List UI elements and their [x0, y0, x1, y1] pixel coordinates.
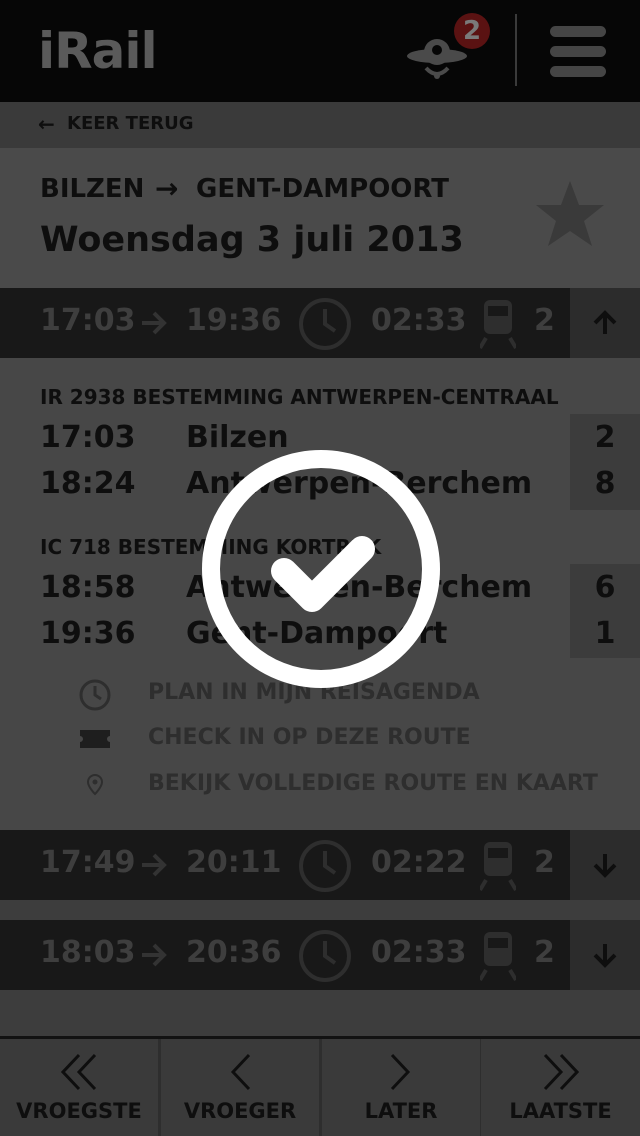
ticket-icon [80, 730, 110, 748]
trip-arrive: 20:36 [186, 935, 282, 970]
earliest-label: VROEGSTE [16, 1099, 142, 1123]
arrow-right-icon [142, 853, 167, 877]
trip-duration: 02:33 [371, 935, 467, 970]
clock-icon [299, 840, 351, 892]
stop-platform: 2 [594, 420, 616, 455]
double-chevron-right-icon [543, 1053, 579, 1091]
arrow-down-icon [593, 944, 617, 968]
stop-platform: 1 [594, 616, 616, 651]
train-icon [480, 300, 516, 350]
arrow-right-icon [142, 943, 167, 967]
row-separator [0, 990, 640, 1036]
trip-row[interactable]: 18:03 20:36 02:33 2 [0, 920, 640, 990]
clock-icon [299, 298, 351, 350]
route-destination: GENT-DAMPOORT [196, 174, 449, 204]
collapse-button[interactable] [570, 288, 640, 358]
trip-duration: 02:33 [371, 303, 467, 338]
stop-platform: 6 [594, 570, 616, 605]
earliest-button[interactable]: VROEGSTE [0, 1039, 158, 1136]
stop-time: 18:24 [40, 466, 136, 501]
earlier-button[interactable]: VROEGER [161, 1039, 319, 1136]
trip-transfers: 2 [534, 935, 555, 970]
trip-transfers: 2 [534, 845, 555, 880]
trip-duration: 02:22 [371, 845, 467, 880]
stop-platform: 8 [594, 466, 616, 501]
expand-button[interactable] [570, 920, 640, 990]
stop-time: 18:58 [40, 570, 136, 605]
chevron-right-icon [390, 1053, 411, 1091]
clock-icon [299, 930, 351, 982]
app-logo[interactable]: iRail [38, 22, 158, 80]
trip-row[interactable]: 17:03 19:36 02:33 2 [0, 288, 640, 358]
trip-row[interactable]: 17:49 20:11 02:22 2 [0, 830, 640, 900]
checkmark-circle-icon [202, 450, 440, 688]
view-route-map-link[interactable]: BEKIJK VOLLEDIGE ROUTE EN KAART [148, 771, 598, 796]
trip-depart: 17:49 [40, 845, 136, 880]
stop-time: 19:36 [40, 616, 136, 651]
arrow-down-icon [593, 854, 617, 878]
train-icon [480, 842, 516, 892]
map-pin-icon [86, 774, 104, 796]
leg-train-header: IR 2938 BESTEMMING ANTWERPEN-CENTRAAL [40, 385, 559, 409]
train-icon [480, 932, 516, 982]
trip-depart: 17:03 [40, 303, 136, 338]
favorite-star-icon[interactable] [534, 178, 606, 250]
hamburger-menu-icon[interactable] [550, 26, 606, 78]
check-in-route-link[interactable]: CHECK IN OP DEZE ROUTE [148, 725, 471, 750]
arrow-right-icon [142, 311, 167, 335]
stop-time: 17:03 [40, 420, 136, 455]
latest-button[interactable]: LAATSTE [481, 1039, 640, 1136]
chevron-left-icon [230, 1053, 251, 1091]
back-link[interactable]: KEER TERUG [67, 113, 194, 134]
route-date: Woensdag 3 juli 2013 [40, 220, 464, 260]
back-arrow-icon[interactable]: ← [38, 112, 55, 136]
trip-arrive: 20:11 [186, 845, 282, 880]
earlier-label: VROEGER [183, 1099, 297, 1123]
row-separator [0, 900, 640, 920]
clock-icon [79, 679, 111, 711]
latest-label: LAATSTE [509, 1099, 612, 1123]
notification-badge[interactable]: 2 [454, 13, 490, 49]
double-chevron-left-icon [61, 1053, 97, 1091]
later-button[interactable]: LATER [322, 1039, 480, 1136]
trip-arrive: 19:36 [186, 303, 282, 338]
later-label: LATER [364, 1099, 438, 1123]
expand-button[interactable] [570, 830, 640, 900]
trip-transfers: 2 [534, 303, 555, 338]
arrow-up-icon [593, 310, 617, 334]
route-arrow-icon: → [155, 172, 179, 205]
trip-depart: 18:03 [40, 935, 136, 970]
header-divider [515, 14, 517, 86]
route-origin: BILZEN [40, 174, 145, 204]
